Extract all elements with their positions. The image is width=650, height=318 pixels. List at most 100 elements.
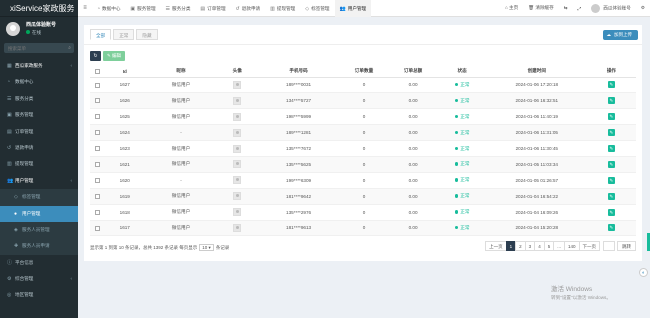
- row-edit-button[interactable]: ✎: [607, 113, 615, 121]
- menu-search[interactable]: ⌕: [4, 43, 74, 53]
- top-tab-7[interactable]: 👥 用户管理: [334, 0, 372, 17]
- row-edit-button[interactable]: ✎: [607, 176, 615, 184]
- menu-toggle-icon[interactable]: ≡: [78, 5, 92, 11]
- filter-tab-2[interactable]: 隐藏: [136, 29, 158, 40]
- table-row[interactable]: 1621 微信用户 135****5625 0 0.00 正常 2024-01-05 11:…: [90, 156, 636, 173]
- status-dot-icon: [454, 225, 459, 230]
- row-edit-button[interactable]: ✎: [607, 160, 615, 168]
- table-row[interactable]: 1623 微信用户 135****7672 0 0.00 正常 2024-01-06 11:…: [90, 140, 636, 157]
- row-checkbox[interactable]: [94, 82, 100, 88]
- user-avatar-icon[interactable]: [233, 128, 242, 137]
- home-link[interactable]: ⌂ 主页: [500, 5, 523, 11]
- select-all-checkbox[interactable]: [94, 68, 100, 74]
- user-menu[interactable]: 西瓜体验账号: [586, 3, 636, 13]
- top-tab-0[interactable]: ◔ 数据中心: [92, 0, 125, 17]
- edit-button[interactable]: ✎ 编辑: [103, 51, 126, 61]
- table-row[interactable]: 1619 微信用户 181****9642 0 0.00 正常 2024-01-04 16:…: [90, 188, 636, 205]
- fullscreen-icon[interactable]: ⤢: [573, 6, 587, 11]
- row-edit-button[interactable]: ✎: [607, 208, 615, 216]
- sidebar-item-14[interactable]: ◎ 地区管理: [0, 287, 78, 303]
- sidebar-item-13[interactable]: ⚙ 综合管理 ‹: [0, 271, 78, 287]
- sidebar-item-12[interactable]: ⓘ 平台信息: [0, 255, 78, 271]
- language-icon[interactable]: ⇆: [559, 5, 573, 11]
- user-avatar-icon[interactable]: [233, 80, 242, 89]
- top-tab-2[interactable]: ☰ 服务分类: [161, 0, 196, 17]
- row-checkbox[interactable]: [94, 193, 100, 199]
- sidebar-item-6[interactable]: ▥ 提现管理: [0, 156, 78, 172]
- select-all-header[interactable]: [90, 66, 105, 78]
- sidebar-item-2[interactable]: ☰ 服务分类: [0, 91, 78, 107]
- table-row[interactable]: 1620- 199****6309 0 0.00 正常 2024-01-05 01:26:…: [90, 172, 636, 189]
- sidebar-item-7[interactable]: 👥 用户管理 ‹: [0, 173, 78, 189]
- prev-page-button[interactable]: 上一页: [485, 241, 507, 251]
- table-row[interactable]: 1617 微信用户 181****9613 0 0.00 正常 2024-01-04 15:…: [90, 220, 636, 237]
- app-brand[interactable]: xiService家政服务: [0, 0, 78, 17]
- sidebar-item-3[interactable]: ▣ 服务管理: [0, 107, 78, 123]
- sidebar-item-9[interactable]: ● 用户管理: [0, 205, 78, 222]
- table-row[interactable]: 1618 微信用户 135****2976 0 0.00 正常 2024-01-04 16:…: [90, 204, 636, 221]
- user-avatar-icon[interactable]: [233, 112, 242, 121]
- sidebar-item-4[interactable]: ▤ 订单管理: [0, 124, 78, 140]
- user-avatar-icon[interactable]: [233, 223, 242, 232]
- cell-id: 1618: [104, 204, 146, 221]
- user-avatar-icon[interactable]: [233, 144, 242, 153]
- row-checkbox[interactable]: [94, 162, 100, 168]
- top-tab-5[interactable]: ▥ 提现管理: [265, 0, 300, 17]
- status-badge: 正常: [460, 113, 470, 119]
- row-edit-button[interactable]: ✎: [607, 192, 615, 200]
- user-avatar-icon[interactable]: [233, 96, 242, 105]
- menu-search-input[interactable]: [4, 43, 64, 53]
- refresh-button[interactable]: ↻: [90, 51, 101, 61]
- staff-icon: ◈: [14, 226, 18, 233]
- row-edit-button[interactable]: ✎: [607, 97, 615, 105]
- next-page-button[interactable]: 下一页: [578, 241, 600, 251]
- table-row[interactable]: 1626 微信用户 134****5727 0 0.00 正常 2024-01-06 16:…: [90, 92, 636, 110]
- sidebar-item-5[interactable]: ↺ 退款申请: [0, 140, 78, 156]
- top-tab-1[interactable]: ▣ 服务管理: [125, 0, 160, 17]
- row-edit-button[interactable]: ✎: [607, 224, 615, 232]
- jump-button[interactable]: 跳转: [617, 241, 636, 251]
- upload-button[interactable]: ☁ 加到上传: [602, 30, 638, 40]
- row-checkbox[interactable]: [94, 146, 100, 152]
- row-checkbox[interactable]: [94, 114, 100, 120]
- sidebar-item-10[interactable]: ◈ 服务人员管理: [0, 221, 78, 239]
- top-tab-4[interactable]: ↺ 退款申请: [231, 0, 266, 17]
- sidebar-item-1[interactable]: ◔ 数据中心: [0, 74, 78, 90]
- table-row[interactable]: 1624- 189****1281 0 0.00 正常 2024-01-06 11:31:…: [90, 124, 636, 142]
- row-checkbox[interactable]: [94, 209, 100, 215]
- user-avatar-icon[interactable]: [233, 208, 242, 217]
- clear-cache-button[interactable]: 🗑 清除缓存: [523, 5, 559, 11]
- search-icon[interactable]: ⌕: [68, 45, 71, 51]
- sidebar: xiService家政服务 西瓜体验账号 在线 ⌕ ▦西瓜家政服务 ‹ ◔ 数据中心 ☰…: [0, 0, 78, 318]
- user-avatar-icon[interactable]: [233, 160, 242, 169]
- cell-phone: 135****7672: [257, 140, 340, 157]
- assistant-icon[interactable]: ◐: [639, 268, 648, 277]
- table-row[interactable]: 1627 微信用户 189****0031 0 0.00 正常 2024-01-06 17:…: [90, 77, 636, 94]
- cell-nickname: 微信用户: [145, 204, 217, 221]
- sidebar-item-8[interactable]: ◇ 标签管理: [0, 189, 78, 206]
- user-avatar-icon[interactable]: [233, 192, 242, 201]
- row-edit-button[interactable]: ✎: [607, 81, 615, 89]
- sidebar-item-0[interactable]: ▦ 西瓜家政服务 ‹: [0, 58, 78, 74]
- cell-total: 0.00: [388, 220, 438, 237]
- filter-tab-1[interactable]: 正常: [113, 29, 135, 40]
- jump-page-input[interactable]: [603, 241, 615, 251]
- row-edit-button[interactable]: ✎: [607, 129, 615, 137]
- row-checkbox[interactable]: [94, 177, 100, 183]
- cell-orders: 0: [339, 156, 389, 173]
- content-panel: 全部 正常 隐藏 ☁ 加到上传 ↻ ✎ 编辑 Id 昵称 头像 手机号码 订单数量 订单总额 状态…: [84, 25, 642, 261]
- top-tab-3[interactable]: ▤ 订单管理: [195, 0, 230, 17]
- settings-icon[interactable]: ⚙: [636, 5, 650, 11]
- cell-status: 正常: [437, 124, 487, 142]
- row-checkbox[interactable]: [94, 225, 100, 231]
- user-avatar-icon[interactable]: [233, 176, 242, 185]
- row-checkbox[interactable]: [94, 98, 100, 104]
- page-button[interactable]: 140: [563, 241, 580, 251]
- row-edit-button[interactable]: ✎: [607, 145, 615, 152]
- row-checkbox[interactable]: [94, 130, 100, 136]
- page-size-select[interactable]: 10 ▾: [199, 244, 214, 251]
- top-tab-6[interactable]: ◇ 标签管理: [300, 0, 334, 17]
- filter-tab-0[interactable]: 全部: [90, 29, 112, 40]
- table-row[interactable]: 1625 微信用户 198****5999 0 0.00 正常 2024-01-06 11:…: [90, 108, 636, 126]
- sidebar-item-11[interactable]: ✚ 服务人员申请: [0, 238, 78, 255]
